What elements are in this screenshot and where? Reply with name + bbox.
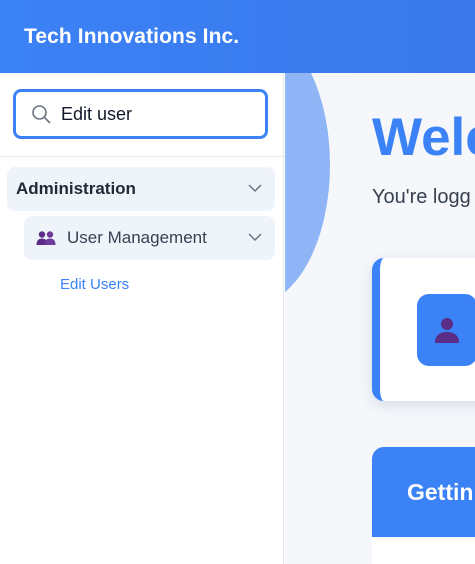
sidebar-item-edit-users[interactable]: Edit Users	[60, 276, 129, 293]
main-content: Welc You're logg Gettin	[285, 73, 475, 564]
sidebar-item-label: User Management	[67, 228, 207, 247]
panel-title: Gettin	[407, 478, 474, 505]
sidebar: Administration User Management Edit User…	[0, 73, 284, 564]
users-icon	[36, 230, 56, 246]
user-icon	[417, 294, 475, 366]
search-box[interactable]	[13, 89, 268, 139]
app-header: Tech Innovations Inc.	[0, 0, 475, 73]
sidebar-item-user-management[interactable]: User Management	[24, 216, 275, 260]
panel-header: Gettin	[372, 447, 475, 537]
decorative-circle	[285, 73, 330, 305]
getting-started-panel: Gettin	[372, 447, 475, 564]
welcome-title: Welc	[372, 108, 475, 167]
chevron-down-icon	[247, 229, 263, 245]
sidebar-item-administration[interactable]: Administration	[7, 167, 275, 211]
chevron-down-icon	[247, 180, 263, 196]
app-title: Tech Innovations Inc.	[24, 24, 240, 48]
sidebar-item-label: Administration	[16, 179, 136, 198]
search-icon	[31, 104, 51, 124]
welcome-subtitle: You're logg	[372, 186, 471, 208]
feature-card[interactable]	[372, 258, 475, 401]
search-section	[0, 73, 283, 157]
search-input[interactable]	[61, 103, 241, 125]
